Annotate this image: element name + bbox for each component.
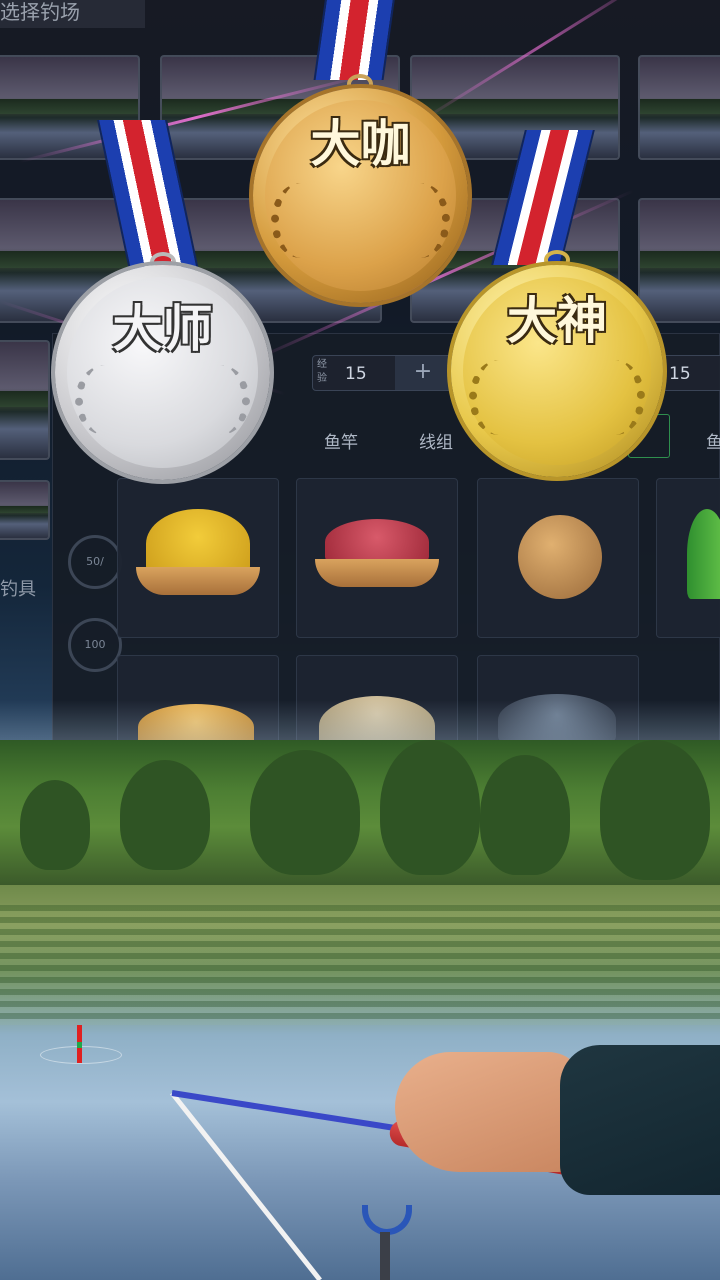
hand — [395, 1052, 585, 1172]
sleeve — [560, 1045, 720, 1195]
rod-tip-segment — [170, 1091, 322, 1280]
rod-rest-pole — [380, 1232, 390, 1280]
rod-mid-segment — [171, 1090, 396, 1131]
game-promo-screen: 选择钓场 经验 15 + 15 鱼竿 线组 鱼 50/ 100 钓具 大师 大咖… — [0, 0, 720, 1280]
